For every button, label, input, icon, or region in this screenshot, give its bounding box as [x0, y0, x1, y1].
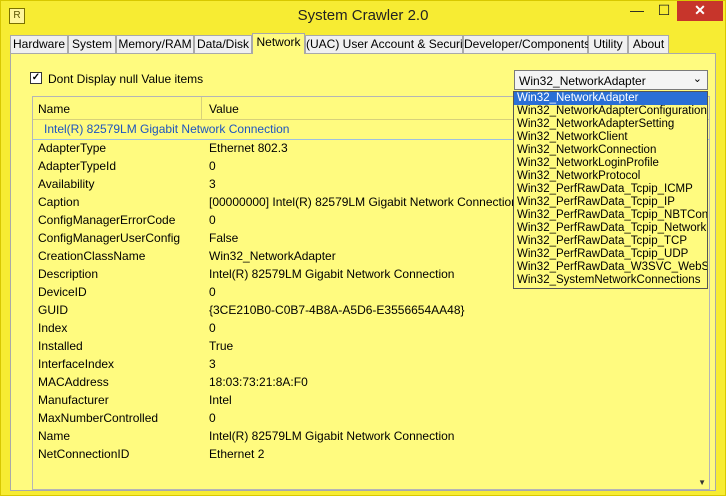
property-value: Intel(R) 82579LM Gigabit Network Connect…: [209, 429, 455, 443]
property-name: Description: [38, 267, 99, 281]
tab-developer-components[interactable]: Developer/Components: [463, 35, 590, 53]
group-label: Intel(R) 82579LM Gigabit Network Connect…: [44, 122, 290, 136]
dropdown-option[interactable]: Win32_SystemNetworkConnections: [514, 274, 707, 287]
property-value: 3: [209, 357, 216, 371]
property-name: Caption: [38, 195, 80, 209]
chevron-down-icon[interactable]: ⌄: [693, 72, 702, 85]
dropdown-option[interactable]: Win32_NetworkConnection: [514, 144, 707, 157]
window-title: System Crawler 2.0: [297, 7, 429, 24]
null-values-checkbox[interactable]: ✓: [30, 72, 42, 84]
title-bar: R System Crawler 2.0 — ☐ ✕: [1, 1, 725, 31]
tab-network[interactable]: Network: [252, 33, 305, 54]
table-row[interactable]: Manufacturer Intel: [33, 391, 709, 409]
table-row[interactable]: GUID {3CE210B0-C0B7-4B8A-A5D6-E3556654AA4…: [33, 301, 709, 319]
wmi-class-dropdown-list[interactable]: Win32_NetworkAdapter Win32_NetworkAdapte…: [513, 91, 708, 289]
column-header-value[interactable]: Value: [209, 102, 239, 116]
property-name: CreationClassName: [38, 249, 146, 263]
column-divider[interactable]: [201, 97, 202, 119]
maximize-button[interactable]: ☐: [651, 1, 677, 21]
property-name: InterfaceIndex: [38, 357, 115, 371]
table-row[interactable]: MaxNumberControlled 0: [33, 409, 709, 427]
property-value: True: [209, 339, 234, 353]
dropdown-option[interactable]: Win32_NetworkAdapterSetting: [514, 118, 707, 131]
property-name: MaxNumberControlled: [38, 411, 159, 425]
property-name: ConfigManagerUserConfig: [38, 231, 181, 245]
tab-data-disk[interactable]: Data/Disk: [194, 35, 252, 53]
tab-memory-ram[interactable]: Memory/RAM: [116, 35, 194, 53]
property-value: Intel(R) 82579LM Gigabit Network Connect…: [209, 267, 455, 281]
dropdown-option[interactable]: Win32_NetworkProtocol: [514, 170, 707, 183]
property-value: Win32_NetworkAdapter: [209, 249, 336, 263]
property-name: Manufacturer: [38, 393, 109, 407]
app-window: R System Crawler 2.0 — ☐ ✕ Hardware Syst…: [0, 0, 726, 496]
dropdown-option[interactable]: Win32_NetworkAdapterConfiguration: [514, 105, 707, 118]
tab-uac-security[interactable]: (UAC) User Account & Security: [305, 35, 472, 53]
column-header-name[interactable]: Name: [38, 102, 70, 116]
property-value: 0: [209, 159, 216, 173]
property-value: 3: [209, 177, 216, 191]
property-value: [00000000] Intel(R) 82579LM Gigabit Netw…: [209, 195, 518, 209]
property-value: False: [209, 231, 239, 245]
dropdown-option[interactable]: Win32_NetworkClient: [514, 131, 707, 144]
minimize-button[interactable]: —: [623, 1, 651, 21]
dropdown-option[interactable]: Win32_PerfRawData_Tcpip_TCP: [514, 235, 707, 248]
property-value: 0: [209, 213, 216, 227]
property-name: GUID: [38, 303, 68, 317]
scroll-down-icon[interactable]: ▼: [698, 478, 706, 487]
property-value: 18:03:73:21:8A:F0: [209, 375, 308, 389]
dropdown-option[interactable]: Win32_PerfRawData_W3SVC_WebSer: [514, 261, 707, 274]
dropdown-option[interactable]: Win32_NetworkAdapter: [514, 92, 707, 105]
property-name: DeviceID: [38, 285, 87, 299]
tab-system[interactable]: System: [68, 35, 116, 53]
property-name: AdapterTypeId: [38, 159, 117, 173]
dropdown-option[interactable]: Win32_PerfRawData_Tcpip_NBTConne: [514, 209, 707, 222]
tab-hardware[interactable]: Hardware: [10, 35, 68, 53]
table-row[interactable]: InterfaceIndex 3: [33, 355, 709, 373]
property-value: Ethernet 802.3: [209, 141, 288, 155]
property-value: {3CE210B0-C0B7-4B8A-A5D6-E3556654AA48}: [209, 303, 465, 317]
table-row[interactable]: Name Intel(R) 82579LM Gigabit Network Con…: [33, 427, 709, 445]
property-name: AdapterType: [38, 141, 107, 155]
wmi-class-selected: Win32_NetworkAdapter: [519, 74, 646, 88]
wmi-class-combo[interactable]: Win32_NetworkAdapter ⌄: [514, 70, 708, 90]
dropdown-option[interactable]: Win32_PerfRawData_Tcpip_IP: [514, 196, 707, 209]
property-name: Name: [38, 429, 71, 443]
property-name: ConfigManagerErrorCode: [38, 213, 176, 227]
table-row[interactable]: NetConnectionID Ethernet 2: [33, 445, 709, 463]
tab-strip: Hardware System Memory/RAM Data/Disk Net…: [10, 33, 720, 54]
dropdown-option[interactable]: Win32_PerfRawData_Tcpip_UDP: [514, 248, 707, 261]
dropdown-option[interactable]: Win32_NetworkLoginProfile: [514, 157, 707, 170]
table-row[interactable]: MACAddress 18:03:73:21:8A:F0: [33, 373, 709, 391]
property-value: 0: [209, 411, 216, 425]
property-name: Installed: [38, 339, 83, 353]
table-row[interactable]: Installed True: [33, 337, 709, 355]
dropdown-option[interactable]: Win32_PerfRawData_Tcpip_NetworkInt: [514, 222, 707, 235]
property-value: Intel: [209, 393, 232, 407]
tab-utility[interactable]: Utility: [588, 35, 628, 53]
dropdown-option[interactable]: Win32_PerfRawData_Tcpip_ICMP: [514, 183, 707, 196]
property-name: NetConnectionID: [38, 447, 130, 461]
property-name: MACAddress: [38, 375, 109, 389]
tab-about[interactable]: About: [628, 35, 669, 53]
property-name: Index: [38, 321, 68, 335]
property-value: 0: [209, 321, 216, 335]
property-value: Ethernet 2: [209, 447, 265, 461]
table-row[interactable]: Index 0: [33, 319, 709, 337]
close-button[interactable]: ✕: [677, 1, 723, 21]
property-name: Availability: [38, 177, 95, 191]
null-values-checkbox-label[interactable]: Dont Display null Value items: [48, 72, 203, 86]
property-value: 0: [209, 285, 216, 299]
